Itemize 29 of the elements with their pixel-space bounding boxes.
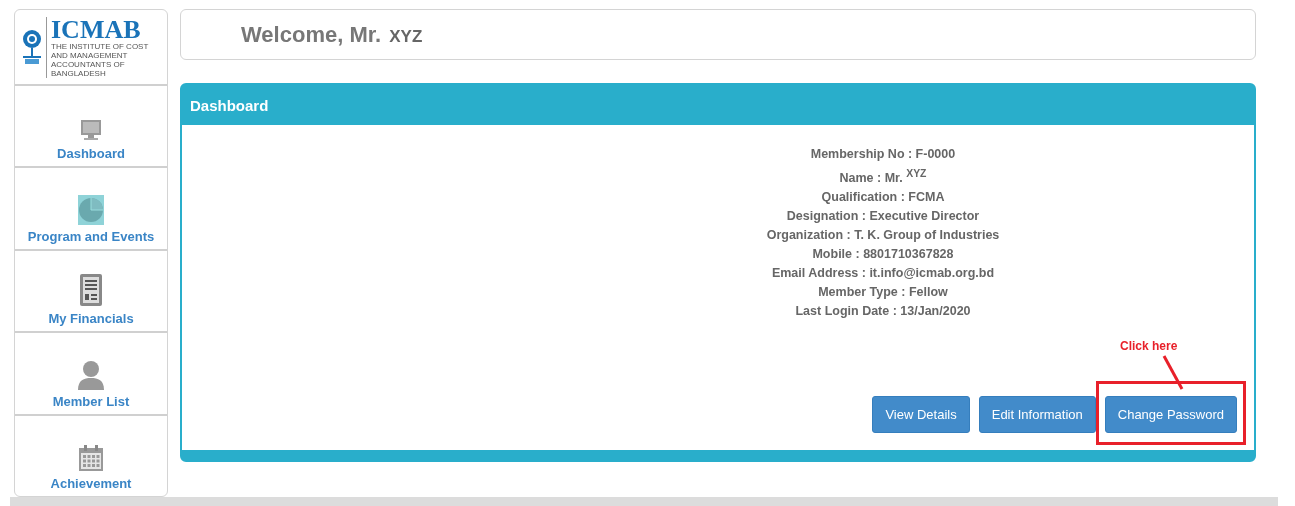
logo-subtitle: THE INSTITUTE OF COST AND MANAGEMENT (51, 41, 150, 60)
user-name: XYZ (389, 25, 423, 47)
logo-name: ICMAB (51, 16, 142, 42)
sidebar-item[interactable]: Dashboard (15, 86, 167, 169)
calendar-icon (78, 444, 104, 473)
monitor-icon (79, 118, 103, 143)
detail-line: Designation : Executive Director (786, 208, 980, 226)
annotation-text: Click here (1120, 339, 1178, 353)
detail-line: Membership No : F-0000 (810, 146, 956, 163)
detail-line: Email Address : it.info@icmab.org.bd (771, 265, 995, 283)
action-button[interactable]: Change Password (1104, 396, 1237, 433)
sidebar-item[interactable]: Member List (15, 333, 167, 416)
action-button[interactable]: Edit Information (978, 396, 1096, 433)
document-icon (78, 273, 104, 308)
detail-line: Member Type : Fellow (818, 284, 948, 302)
action-button[interactable]: View Details (872, 396, 970, 433)
detail-line: Qualification : FCMA (821, 189, 945, 207)
sidebar-item[interactable]: Program and Events (15, 168, 167, 251)
detail-line: Mobile : 8801710367828 (812, 246, 954, 264)
person-icon (77, 359, 105, 390)
emblem-icon (21, 29, 43, 65)
panel-title: Dashboard (190, 96, 269, 114)
sidebar-item[interactable]: Achievement (15, 415, 167, 497)
welcome-text: Welcome, Mr. (241, 21, 382, 48)
logo-subtitle: ACCOUNTANTS OF BANGLADESH (51, 59, 126, 78)
detail-line: Organization : T. K. Group of Industries (766, 227, 1000, 245)
sidebar-item[interactable]: My Financials (15, 250, 167, 334)
detail-line: Name : Mr. $^{XYZ}$ (839, 167, 927, 188)
detail-line: Last Login Date : 13/Jan/2020 (795, 303, 971, 321)
